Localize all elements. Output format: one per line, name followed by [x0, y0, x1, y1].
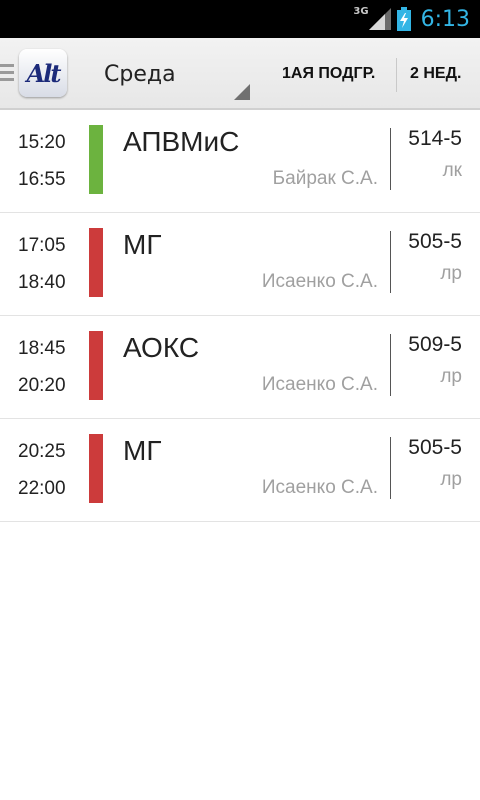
clock: 6:13 — [420, 6, 470, 32]
lesson-divider — [390, 231, 391, 293]
lesson-type: лр — [440, 469, 462, 490]
network-type-label: 3G — [353, 5, 369, 17]
lesson-end-time: 18:40 — [18, 272, 66, 293]
lesson-start-time: 15:20 — [18, 132, 66, 153]
lesson-teacher: Исаенко С.А. — [261, 374, 378, 395]
signal-icon — [368, 8, 391, 30]
lesson-divider — [390, 334, 391, 396]
battery-charging-icon — [396, 7, 411, 31]
lesson-divider — [390, 128, 391, 190]
lesson-subject: МГ — [123, 229, 162, 260]
lesson-type-color-bar — [89, 228, 103, 297]
lesson-room: 505-5 — [408, 436, 462, 459]
lesson-row[interactable]: 15:20 16:55 АПВМиС Байрак С.А. 514-5 лк — [0, 110, 480, 213]
status-icons: 3G 6:13 — [353, 0, 470, 38]
lesson-type: лр — [440, 366, 462, 387]
lesson-row[interactable]: 17:05 18:40 МГ Исаенко С.А. 505-5 лр — [0, 213, 480, 316]
day-selector-label: Среда — [104, 62, 176, 87]
app-logo[interactable]: Alt — [19, 49, 67, 97]
lesson-start-time: 18:45 — [18, 338, 66, 359]
lesson-end-time: 20:20 — [18, 375, 66, 396]
lesson-teacher: Исаенко С.А. — [261, 271, 378, 292]
lesson-room: 514-5 — [408, 127, 462, 150]
lesson-teacher: Исаенко С.А. — [261, 477, 378, 498]
spinner-corner-icon — [234, 84, 250, 100]
subgroup-button[interactable]: 1АЯ ПОДГР. — [282, 38, 375, 110]
lesson-end-time: 22:00 — [18, 478, 66, 499]
action-bar: Alt Среда 1АЯ ПОДГР. 2 НЕД. — [0, 38, 480, 110]
lesson-subject: АПВМиС — [123, 126, 240, 157]
lesson-subject: МГ — [123, 435, 162, 466]
lesson-teacher: Байрак С.А. — [272, 168, 378, 189]
lesson-subject: АОКС — [123, 332, 200, 363]
day-selector[interactable]: Среда — [86, 38, 254, 110]
drawer-menu-icon[interactable] — [0, 64, 14, 84]
lesson-end-time: 16:55 — [18, 169, 66, 190]
lesson-start-time: 17:05 — [18, 235, 66, 256]
lesson-room: 505-5 — [408, 230, 462, 253]
lesson-type-color-bar — [89, 434, 103, 503]
lesson-type-color-bar — [89, 125, 103, 194]
action-divider — [396, 58, 397, 92]
lessons-list: 15:20 16:55 АПВМиС Байрак С.А. 514-5 лк … — [0, 110, 480, 522]
lesson-divider — [390, 437, 391, 499]
lesson-room: 509-5 — [408, 333, 462, 356]
lesson-type: лр — [440, 263, 462, 284]
status-bar: 3G 6:13 — [0, 0, 480, 38]
lesson-type: лк — [442, 160, 462, 181]
app-logo-text: Alt — [26, 58, 62, 88]
week-button[interactable]: 2 НЕД. — [410, 38, 461, 110]
lesson-row[interactable]: 20:25 22:00 МГ Исаенко С.А. 505-5 лр — [0, 419, 480, 522]
lesson-row[interactable]: 18:45 20:20 АОКС Исаенко С.А. 509-5 лр — [0, 316, 480, 419]
lesson-type-color-bar — [89, 331, 103, 400]
lesson-start-time: 20:25 — [18, 441, 66, 462]
